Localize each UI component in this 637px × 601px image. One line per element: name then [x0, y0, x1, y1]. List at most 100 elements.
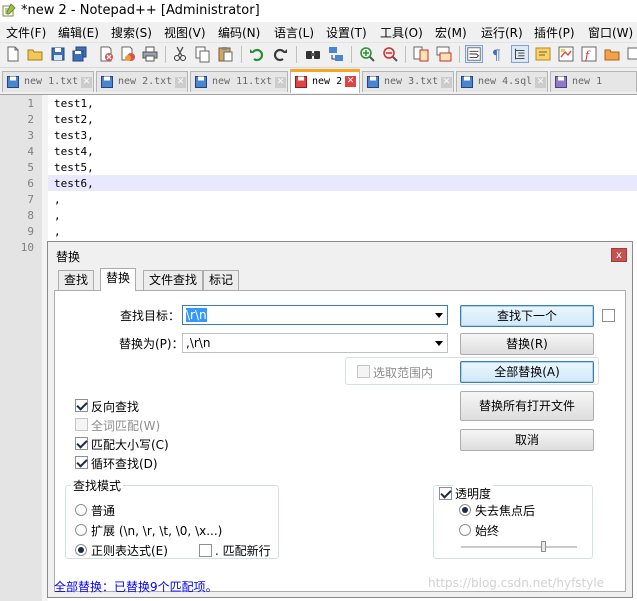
sync-horizontal-icon[interactable] — [435, 45, 453, 63]
menu-language[interactable]: 语言(L) — [274, 24, 314, 41]
transparency-checkbox[interactable] — [439, 487, 452, 500]
code-line[interactable]: , — [54, 225, 61, 238]
code-line[interactable]: test3, — [54, 129, 94, 142]
dialog-title-bar[interactable]: 替换 x — [48, 242, 632, 267]
backward-direction-checkbox[interactable] — [75, 399, 88, 412]
tab-find[interactable]: 查找 — [58, 270, 95, 290]
replace-with-value[interactable]: ,\r\n — [186, 336, 210, 350]
tab-find-in-files[interactable]: 文件查找 — [143, 270, 204, 290]
new-file-icon[interactable] — [4, 45, 22, 63]
replace-all-button[interactable]: 全部替换(A) — [460, 361, 594, 383]
close-all-icon[interactable] — [119, 45, 137, 63]
undo-icon[interactable] — [248, 45, 266, 63]
menu-file[interactable]: 文件(F) — [6, 24, 46, 41]
tab-new-2[interactable]: new 2 ✕ — [290, 69, 360, 93]
wrap-around-label: 循环查找(D) — [91, 457, 158, 471]
line-number: 4 — [27, 145, 34, 158]
replace-button[interactable]: 替换(R) — [460, 333, 594, 355]
tab-new-3-txt[interactable]: new 3.txt ✕ — [362, 71, 454, 92]
print-icon[interactable] — [141, 45, 159, 63]
cut-icon[interactable] — [171, 45, 189, 63]
word-wrap-icon[interactable] — [465, 45, 483, 63]
tab-new-4-sql[interactable]: new 4.sql ✕ — [456, 71, 548, 92]
tab-close-icon[interactable]: ✕ — [345, 76, 356, 87]
tab-label: new 1.txt — [24, 76, 79, 87]
copy-icon[interactable] — [193, 45, 211, 63]
function-list-icon[interactable]: f — [580, 45, 598, 63]
transparency-slider-thumb[interactable] — [541, 541, 546, 552]
code-line[interactable]: test2, — [54, 113, 94, 126]
menu-search[interactable]: 搜索(S) — [111, 24, 152, 41]
user-language-icon[interactable] — [534, 45, 552, 63]
code-line[interactable]: test4, — [54, 145, 94, 158]
menu-macro[interactable]: 宏(M) — [435, 24, 467, 41]
line-number: 9 — [27, 225, 34, 238]
sync-vertical-icon[interactable] — [412, 45, 430, 63]
tab-close-icon[interactable]: ✕ — [441, 77, 452, 88]
whole-word-checkbox[interactable] — [75, 418, 88, 431]
tab-new-11-txt[interactable]: new 11.txt ✕ — [190, 71, 288, 92]
folder-workspace-icon[interactable] — [603, 45, 621, 63]
transparency-slider-track[interactable] — [461, 546, 577, 548]
menu-window[interactable]: 窗口(W) — [588, 24, 633, 41]
menu-edit[interactable]: 编辑(E) — [58, 24, 99, 41]
indent-guide-icon[interactable] — [511, 45, 529, 63]
redo-icon[interactable] — [271, 45, 289, 63]
tab-close-icon[interactable]: ✕ — [535, 77, 546, 88]
transparency-always-radio[interactable] — [459, 524, 471, 536]
code-line[interactable]: test5, — [54, 161, 94, 174]
search-mode-regex-radio[interactable] — [75, 544, 87, 556]
monitoring-icon[interactable] — [626, 45, 637, 63]
find-next-button[interactable]: 查找下一个 — [460, 305, 594, 327]
doc-map-icon[interactable] — [557, 45, 575, 63]
zoom-in-icon[interactable] — [358, 45, 376, 63]
search-mode-normal-radio[interactable] — [75, 504, 87, 516]
close-icon[interactable]: x — [611, 248, 627, 262]
close-icon[interactable] — [97, 45, 115, 63]
status-message: 全部替换：已替换9个匹配项。 — [54, 580, 218, 594]
code-line[interactable]: test6, — [54, 177, 94, 190]
code-line[interactable]: test1, — [54, 97, 94, 110]
tab-new-1[interactable]: new 1 — [550, 71, 637, 92]
zoom-out-icon[interactable] — [381, 45, 399, 63]
chevron-down-icon[interactable] — [435, 341, 443, 346]
tab-new-1-txt[interactable]: new 1.txt ✕ — [2, 71, 94, 92]
save-all-icon[interactable] — [71, 45, 89, 63]
show-all-chars-icon[interactable]: ¶ — [488, 45, 506, 63]
tab-close-icon[interactable]: ✕ — [175, 77, 186, 88]
find-icon[interactable] — [304, 45, 322, 63]
current-line-highlight — [48, 175, 637, 191]
tab-replace[interactable]: 替换 — [100, 268, 137, 291]
search-mode-extended-radio[interactable] — [75, 524, 87, 536]
replace-all-open-docs-button[interactable]: 替换所有打开文件 — [460, 391, 594, 421]
find-what-value[interactable]: \r\n — [186, 308, 207, 322]
match-case-checkbox[interactable] — [75, 437, 88, 450]
paste-icon[interactable] — [216, 45, 234, 63]
tab-mark[interactable]: 标记 — [203, 270, 240, 290]
menu-tools[interactable]: 工具(O) — [380, 24, 423, 41]
wrap-around-checkbox[interactable] — [75, 456, 88, 469]
tab-new-2-txt[interactable]: new 2.txt ✕ — [96, 71, 188, 92]
find-next-option-checkbox[interactable] — [602, 309, 615, 322]
cancel-button[interactable]: 取消 — [460, 429, 594, 451]
save-icon[interactable] — [49, 45, 67, 63]
find-what-combo[interactable]: \r\n — [182, 305, 448, 325]
transparency-on-lose-focus-radio[interactable] — [459, 504, 471, 516]
dot-matches-newline-checkbox[interactable] — [199, 544, 212, 557]
menu-plugins[interactable]: 插件(P) — [534, 24, 575, 41]
replace-icon[interactable] — [327, 45, 345, 63]
menu-view[interactable]: 视图(V) — [164, 24, 206, 41]
menu-encoding[interactable]: 编码(N) — [218, 24, 260, 41]
tab-close-icon[interactable]: ✕ — [275, 77, 286, 88]
chevron-down-icon[interactable] — [435, 313, 443, 318]
tab-close-icon[interactable]: ✕ — [81, 77, 92, 88]
open-file-icon[interactable] — [26, 45, 44, 63]
menu-settings[interactable]: 设置(T) — [326, 24, 367, 41]
watermark-text: https://blog.csdn.net/hyfstyle — [428, 576, 605, 590]
code-line[interactable]: , — [54, 193, 61, 206]
menu-run[interactable]: 运行(R) — [481, 24, 523, 41]
code-line[interactable]: , — [54, 209, 61, 222]
replace-with-combo[interactable]: ,\r\n — [182, 333, 448, 353]
in-selection-checkbox[interactable] — [357, 365, 370, 378]
replace-with-label: 替换为(P)： — [119, 337, 184, 351]
